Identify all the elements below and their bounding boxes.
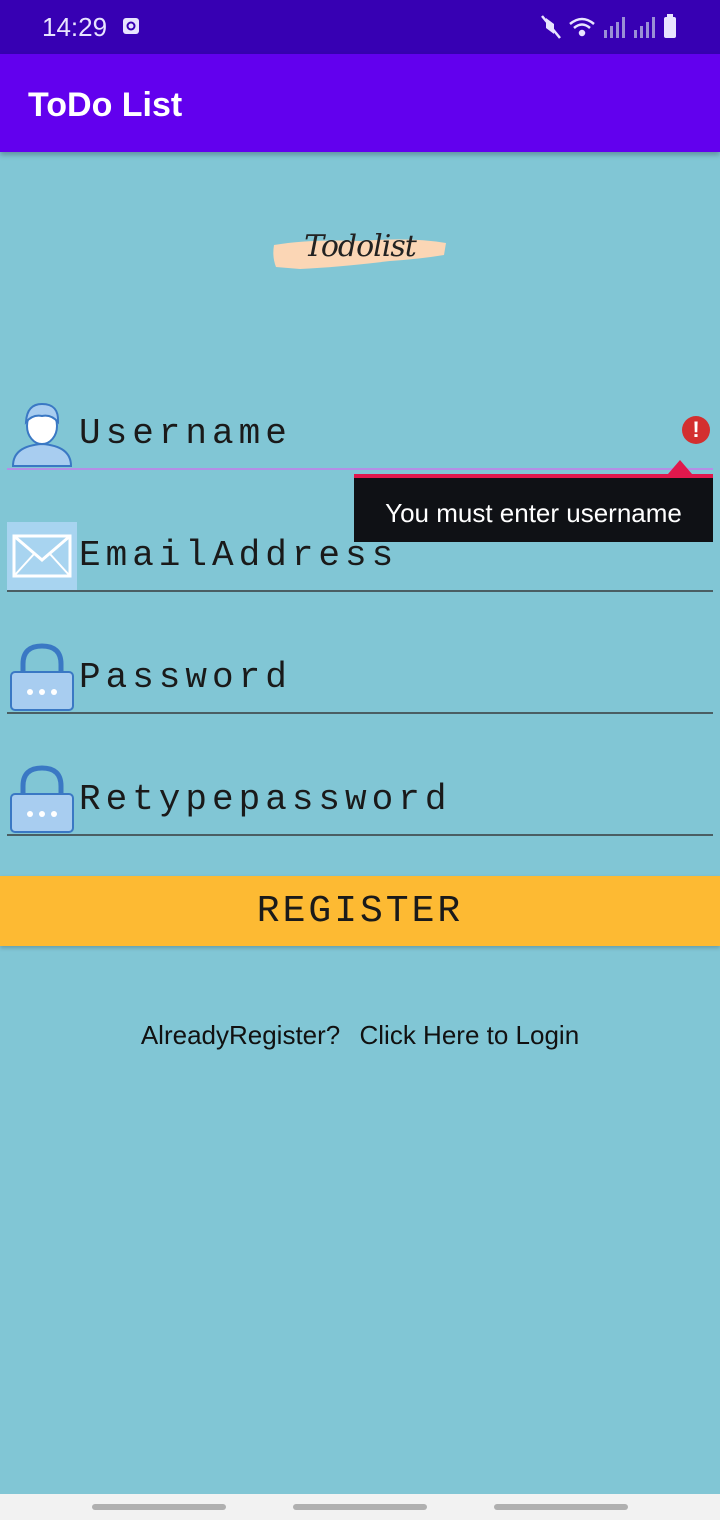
username-underline [7, 468, 713, 470]
status-bar: 14:29 [0, 0, 720, 54]
username-field[interactable]: Username ! [7, 398, 713, 470]
email-field[interactable]: EmailAddress [7, 520, 713, 592]
lock-icon [10, 765, 74, 833]
status-time: 14:29 [42, 12, 108, 42]
nav-home-button[interactable] [293, 1504, 427, 1510]
already-registered-text: AlreadyRegister? [140, 1020, 341, 1050]
envelope-icon [7, 522, 77, 590]
status-icons [541, 14, 676, 39]
user-icon [11, 402, 73, 467]
signal-icon [634, 17, 655, 38]
logo: Todolist [270, 225, 450, 281]
tooltip-arrow [668, 460, 692, 474]
username-input[interactable]: Username [79, 406, 679, 462]
password-underline [7, 712, 713, 714]
email-input[interactable]: EmailAddress [79, 528, 679, 584]
lock-icon [10, 643, 74, 711]
login-prompt: AlreadyRegister? Click Here to Login [0, 1020, 720, 1051]
retype-password-underline [7, 834, 713, 836]
password-input[interactable]: Password [79, 650, 679, 706]
battery-icon [664, 14, 676, 38]
email-underline [7, 590, 713, 592]
nav-back-button[interactable] [494, 1504, 628, 1510]
mute-icon [541, 15, 561, 39]
wifi-icon [569, 17, 595, 37]
login-link[interactable]: Click Here to Login [360, 1020, 580, 1050]
retype-password-field[interactable]: Retypepassword [7, 764, 713, 836]
register-button[interactable]: REGISTER [0, 876, 720, 946]
app-bar: ToDo List [0, 54, 720, 152]
logo-text: Todolist [304, 229, 417, 264]
retype-password-input[interactable]: Retypepassword [79, 772, 679, 828]
password-field[interactable]: Password [7, 642, 713, 714]
app-title: ToDo List [28, 86, 183, 124]
navigation-bar [0, 1494, 720, 1520]
alarm-icon [123, 18, 139, 34]
error-icon: ! [682, 416, 710, 444]
nav-recents-button[interactable] [92, 1504, 226, 1510]
signal-icon [604, 17, 625, 38]
